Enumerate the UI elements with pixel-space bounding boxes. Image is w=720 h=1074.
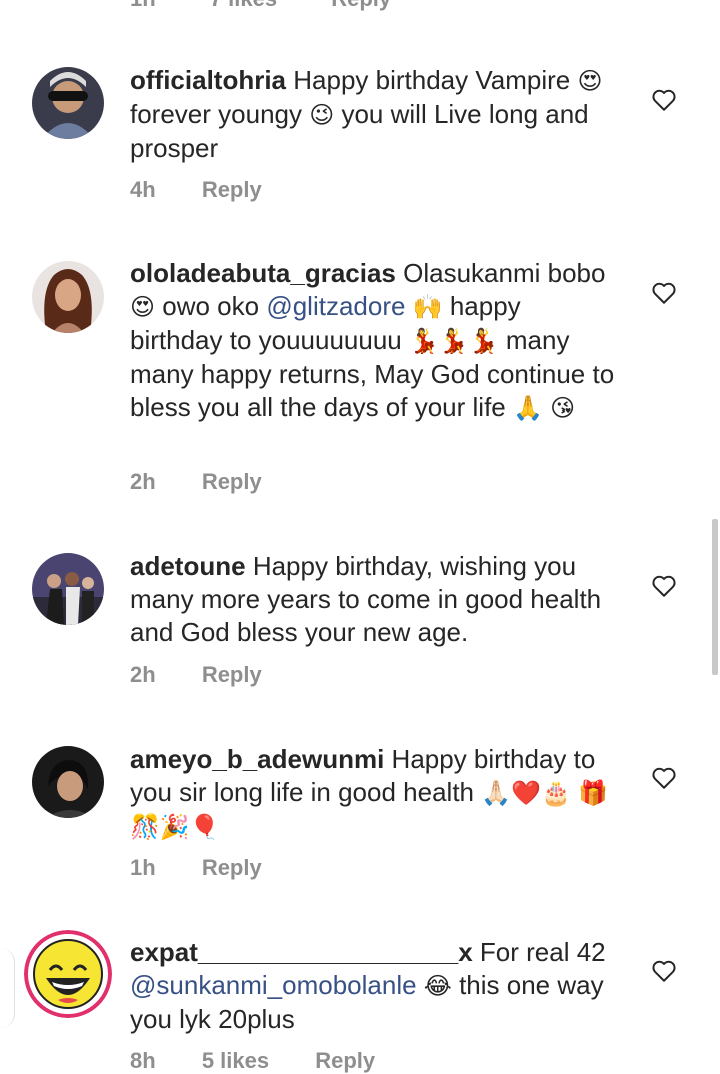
avatar-story-ring[interactable] [24, 930, 112, 1018]
emoji: 😍 [130, 293, 156, 321]
reply-button[interactable]: Reply [202, 662, 262, 688]
comment-likes[interactable]: 5 likes [202, 1048, 269, 1074]
edge-handle [0, 948, 15, 1028]
comment-time: 1h [130, 855, 156, 880]
comment-time: 2h [130, 469, 156, 494]
reply-button[interactable]: Reply [202, 469, 262, 495]
comment-text: forever youngy [130, 99, 310, 129]
scrollbar[interactable] [712, 519, 718, 675]
emoji: 😉 [309, 101, 335, 129]
emoji: 😍 [577, 67, 603, 95]
comment-meta: 4h Reply [130, 177, 302, 203]
avatar[interactable] [32, 746, 104, 818]
comment-text [417, 970, 424, 1000]
avatar[interactable] [32, 67, 104, 139]
avatar[interactable] [32, 553, 104, 625]
comment-username[interactable]: expat__________________x [130, 937, 473, 967]
comment-text: Happy birthday Vampire [293, 65, 578, 95]
comment-text: For real 42 [479, 937, 606, 967]
emoji: 😂 [423, 972, 452, 1000]
comment-meta: 8h 5 likes Reply [130, 1048, 415, 1074]
comment-body: ololadeabuta_gracias Olasukanmi bobo 😍 o… [130, 257, 620, 425]
heart-outline-icon[interactable] [651, 88, 677, 112]
comment-username[interactable]: ameyo_b_adewunmi [130, 744, 384, 774]
reply-button[interactable]: Reply [331, 0, 391, 11]
mention-link[interactable]: @glitzadore [266, 291, 405, 321]
comment-meta: 2h Reply [130, 662, 302, 688]
comment-username[interactable]: ololadeabuta_gracias [130, 258, 396, 288]
reply-button[interactable]: Reply [202, 177, 262, 203]
comment-body: adetoune Happy birthday, wishing you man… [130, 550, 620, 649]
emoji: 🙏🏻❤️🎂 [481, 779, 571, 807]
avatar[interactable] [32, 261, 104, 333]
heart-outline-icon[interactable] [651, 959, 677, 983]
emoji: 💃💃💃 [409, 327, 499, 355]
heart-outline-icon[interactable] [651, 574, 677, 598]
previous-comment-meta: 1h 7 likes Reply [130, 0, 439, 12]
heart-outline-icon[interactable] [651, 281, 677, 305]
comment-body: expat__________________x For real 42 @su… [130, 936, 620, 1036]
reply-button[interactable]: Reply [315, 1048, 375, 1074]
comment-username[interactable]: officialtohria [130, 65, 286, 95]
emoji: 🙏 [512, 394, 543, 422]
comment-meta: 1h Reply [130, 855, 302, 881]
reply-button[interactable]: Reply [202, 855, 262, 881]
comment-body: officialtohria Happy birthday Vampire 😍 … [130, 64, 620, 165]
comment-meta: 2h Reply [130, 469, 302, 495]
comment-time: 4h [130, 177, 156, 202]
comment-text: owo oko [155, 291, 267, 321]
emoji: 😘 [550, 394, 576, 422]
comment-time: 2h [130, 662, 156, 687]
comment-username[interactable]: adetoune [130, 551, 246, 581]
comment-text: Olasukanmi bobo [403, 258, 606, 288]
comment-time: 8h [130, 1048, 156, 1073]
comment-text [405, 291, 412, 321]
comment-likes[interactable]: 7 likes [210, 0, 277, 11]
comment-body: ameyo_b_adewunmi Happy birthday to you s… [130, 743, 620, 844]
mention-link[interactable]: @sunkanmi_omobolanle [130, 970, 417, 1000]
emoji: 🙌 [412, 293, 443, 321]
comment-time: 1h [130, 0, 156, 11]
heart-outline-icon[interactable] [651, 766, 677, 790]
